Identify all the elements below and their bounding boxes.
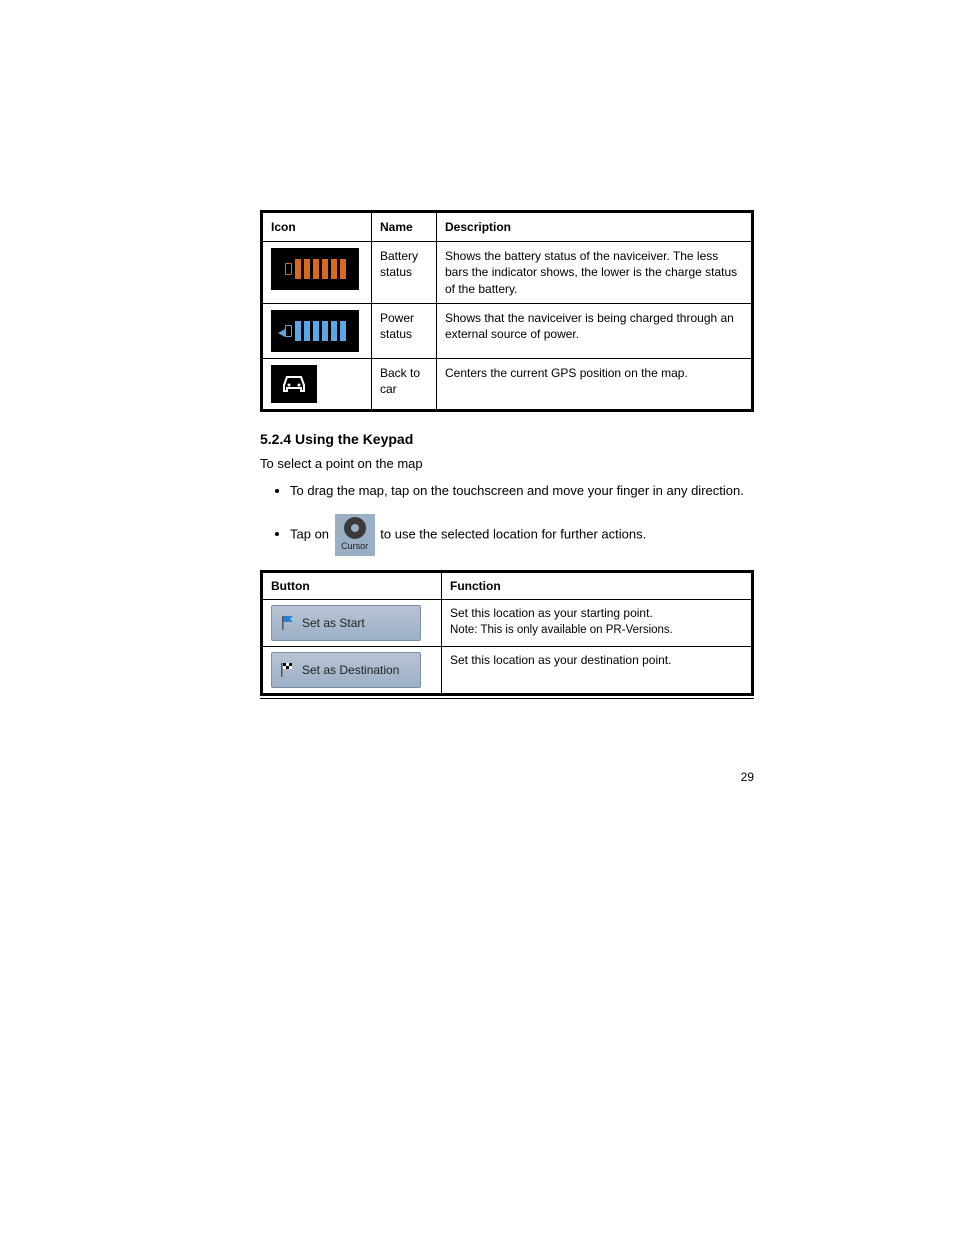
cursor-icon-label: Cursor [341, 541, 368, 551]
cell-name: Power status [372, 303, 437, 358]
cell-description: Centers the current GPS position on the … [437, 358, 753, 410]
list-item: To drag the map, tap on the touchscreen … [290, 482, 754, 500]
table-continuation-rule [260, 698, 754, 699]
cell-icon [262, 303, 372, 358]
table-row: Power status Shows that the naviceiver i… [262, 303, 753, 358]
table-row: Set as Start Set this location as your s… [262, 599, 753, 646]
cell-button: Set as Destination [262, 646, 442, 694]
page-number: 29 [260, 769, 754, 785]
list-item-text-pre: Tap on [290, 526, 333, 541]
power-status-icon [271, 310, 359, 352]
set-as-destination-button[interactable]: Set as Destination [271, 652, 421, 688]
function-desc: Set this location as your starting point… [450, 605, 743, 621]
function-note: Note: This is only available on PR-Versi… [450, 624, 673, 636]
col-header-button: Button [262, 571, 442, 599]
button-label: Set as Start [302, 615, 365, 631]
function-desc: Set this location as your destination po… [450, 653, 671, 667]
table-header-row: Icon Name Description [262, 212, 753, 242]
cell-function: Set this location as your destination po… [442, 646, 753, 694]
table-row: Back to car Centers the current GPS posi… [262, 358, 753, 410]
document-page: Icon Name Description Battery status Sho… [0, 0, 954, 885]
button-function-table: Button Function Set as Start Set this lo… [260, 570, 754, 696]
table-row: Set as Destination Set this location as … [262, 646, 753, 694]
section-heading: 5.2.4 Using the Keypad [260, 430, 754, 449]
battery-status-icon [271, 248, 359, 290]
cell-icon [262, 358, 372, 410]
table-header-row: Button Function [262, 571, 753, 599]
bullet-list: To drag the map, tap on the touchscreen … [260, 482, 754, 556]
icon-name-description-table: Icon Name Description Battery status Sho… [260, 210, 754, 412]
col-header-function: Function [442, 571, 753, 599]
cell-description: Shows the battery status of the naviceiv… [437, 242, 753, 304]
car-icon [271, 365, 317, 403]
checkered-flag-icon [280, 662, 296, 678]
set-as-start-button[interactable]: Set as Start [271, 605, 421, 641]
button-label: Set as Destination [302, 662, 399, 678]
cursor-icon: Cursor [335, 514, 375, 556]
cell-name: Back to car [372, 358, 437, 410]
list-item-text: To drag the map, tap on the touchscreen … [290, 483, 744, 498]
col-header-icon: Icon [262, 212, 372, 242]
list-item-text-post: to use the selected location for further… [380, 526, 646, 541]
cell-icon [262, 242, 372, 304]
col-header-name: Name [372, 212, 437, 242]
cell-button: Set as Start [262, 599, 442, 646]
table-row: Battery status Shows the battery status … [262, 242, 753, 304]
cell-function: Set this location as your starting point… [442, 599, 753, 646]
cell-name: Battery status [372, 242, 437, 304]
section-intro: To select a point on the map [260, 455, 754, 473]
list-item: Tap on Cursor to use the selected locati… [290, 514, 754, 556]
flag-icon [280, 615, 296, 631]
cell-description: Shows that the naviceiver is being charg… [437, 303, 753, 358]
col-header-description: Description [437, 212, 753, 242]
